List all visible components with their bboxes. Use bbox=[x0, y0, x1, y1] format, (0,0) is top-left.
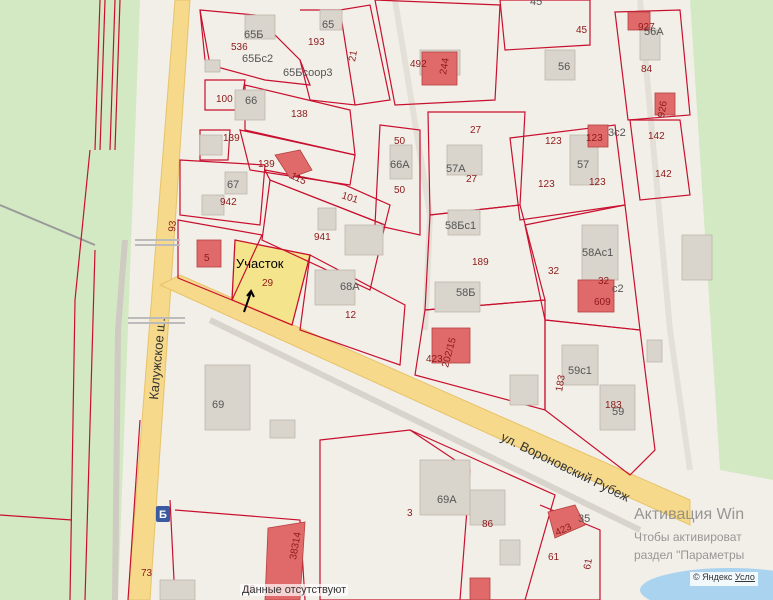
parcel-number: 138 bbox=[291, 109, 308, 120]
parcel-number: 142 bbox=[655, 169, 672, 180]
parcel-number: 3 bbox=[407, 508, 413, 519]
parcel-number: 123 bbox=[589, 177, 606, 188]
parcel-number: 193 bbox=[308, 37, 325, 48]
parcel-number: 32 bbox=[548, 266, 560, 277]
house-number: 57 bbox=[577, 159, 589, 171]
parcel-number: 189 bbox=[472, 257, 489, 268]
parcel-number: 27 bbox=[466, 174, 478, 185]
parcel-number: 50 bbox=[394, 185, 406, 196]
house-number: 66А bbox=[390, 159, 410, 171]
parcel-number: 123 bbox=[538, 179, 555, 190]
parcel-number: 100 bbox=[216, 94, 233, 105]
house-number: 69А bbox=[437, 494, 457, 506]
parcel-number: 941 bbox=[314, 232, 331, 243]
parcel-number: 492 bbox=[410, 59, 427, 70]
house-number: 35 bbox=[578, 513, 590, 525]
parcel-number: 50 bbox=[394, 136, 406, 147]
terms-link[interactable]: Усло bbox=[735, 572, 755, 582]
parcel-number: 12 bbox=[345, 310, 357, 321]
house-number: 65Б bbox=[244, 29, 263, 41]
plot-number: 29 bbox=[262, 278, 274, 289]
bus-stop-letter: Б bbox=[159, 509, 167, 521]
parcel-number: 27 bbox=[470, 125, 482, 136]
parcel-number: 183 bbox=[605, 400, 622, 411]
parcel-number: 45 bbox=[576, 25, 588, 36]
windows-activation-title: Активация Win bbox=[634, 506, 745, 523]
house-number: 45 bbox=[530, 0, 542, 8]
house-number: 57А bbox=[446, 163, 466, 175]
house-number: 65Бсоор3 bbox=[283, 67, 333, 79]
house-number: 58Бс1 bbox=[445, 220, 476, 232]
parcel-number: 73 bbox=[141, 568, 153, 579]
house-number: 3с2 bbox=[608, 127, 626, 139]
parcel-number: 61 bbox=[548, 552, 560, 563]
parcel-number: 927 bbox=[638, 22, 655, 33]
parcel-number: 139 bbox=[223, 133, 240, 144]
windows-activation-line1: Чтобы активироват bbox=[634, 530, 742, 544]
parcel-number: 942 bbox=[220, 197, 237, 208]
map-copyright: © Яндекс Усло bbox=[690, 572, 758, 586]
parcel-number: 5 bbox=[204, 253, 210, 264]
house-number: 66 bbox=[245, 95, 257, 107]
house-number: 56 bbox=[558, 61, 570, 73]
parcel-number: 536 bbox=[231, 42, 248, 53]
house-number: 58Ас1 bbox=[582, 247, 613, 259]
house-number: 65Бс2 bbox=[242, 53, 273, 65]
house-number: с2 bbox=[612, 283, 624, 295]
parcel-number: 84 bbox=[641, 64, 653, 75]
parcel-number: 32 bbox=[598, 276, 610, 287]
plot-label: Участок bbox=[236, 256, 284, 271]
copyright-text: © Яндекс bbox=[693, 572, 733, 582]
parcel-number: 123 bbox=[545, 136, 562, 147]
parcel-number: 609 bbox=[594, 297, 611, 308]
house-number: 69 bbox=[212, 399, 224, 411]
house-number: 58Б bbox=[456, 287, 475, 299]
no-data-notice: Данные отсутствуют bbox=[240, 584, 349, 596]
parcel-number: 139 bbox=[258, 159, 275, 170]
house-number: 59с1 bbox=[568, 365, 592, 377]
bus-stop-icon[interactable]: Б bbox=[156, 506, 170, 522]
parcel-number: 93 bbox=[167, 220, 179, 232]
house-number: 65 bbox=[322, 19, 334, 31]
parcel-number: 86 bbox=[482, 519, 494, 530]
house-number: 67 bbox=[227, 179, 239, 191]
house-number: 68А bbox=[340, 281, 360, 293]
windows-activation-line2: раздел "Параметры bbox=[634, 548, 745, 562]
parcel-number: 142 bbox=[648, 131, 665, 142]
parcel-number: 123 bbox=[586, 133, 603, 144]
